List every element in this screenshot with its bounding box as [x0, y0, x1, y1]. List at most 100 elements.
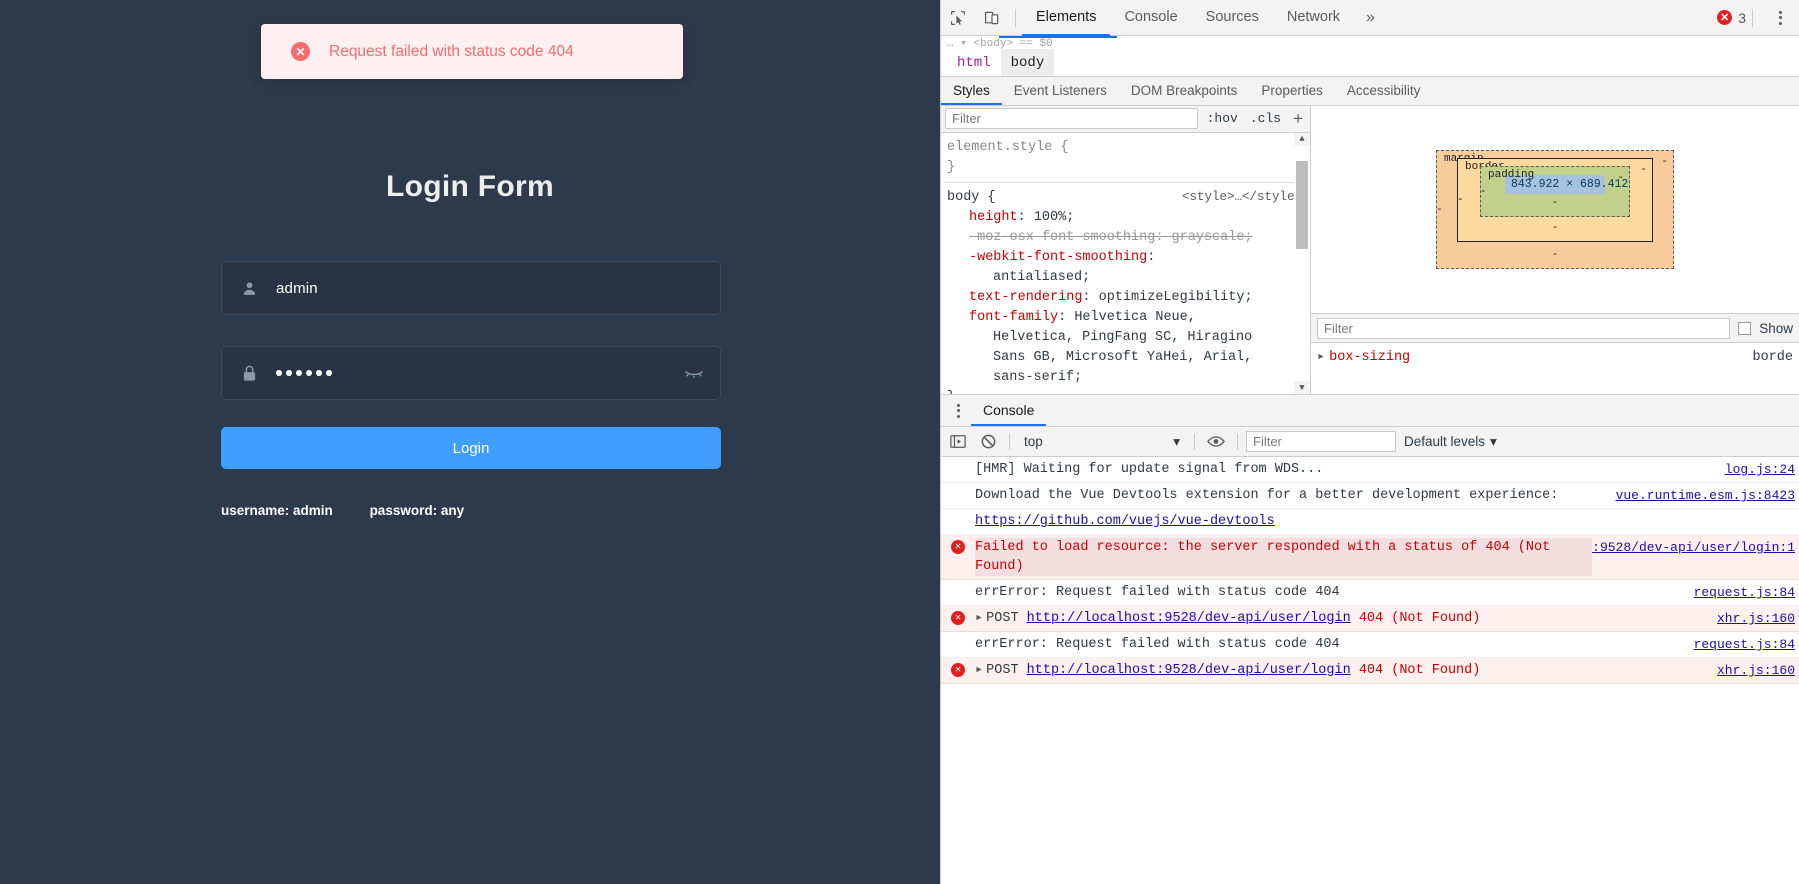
toolbar-divider-2: [1752, 8, 1753, 27]
tab-sources[interactable]: Sources: [1192, 0, 1273, 36]
padding-bottom-value[interactable]: -: [1491, 198, 1619, 209]
padding-right-value[interactable]: -: [1617, 172, 1624, 184]
tab-dom-breakpoints[interactable]: DOM Breakpoints: [1119, 77, 1250, 105]
username-field[interactable]: admin: [221, 261, 721, 315]
css-declaration[interactable]: font-family: Helvetica Neue,: [947, 308, 1306, 328]
drawer-tab-console[interactable]: Console: [971, 395, 1047, 426]
console-context-select[interactable]: top ▾: [1018, 431, 1186, 453]
console-message-error[interactable]: ✕ POST http://localhost:9528/dev-api/use…: [941, 606, 1799, 632]
tab-console[interactable]: Console: [1110, 0, 1191, 36]
new-style-rule-button[interactable]: +: [1290, 109, 1306, 129]
margin-right-value[interactable]: -: [1661, 156, 1668, 168]
rule-source-link[interactable]: <style>…</style>: [1182, 187, 1306, 207]
console-message-error[interactable]: ✕ Failed to load resource: the server re…: [941, 535, 1799, 580]
tab-styles[interactable]: Styles: [941, 77, 1002, 105]
error-count-badge[interactable]: ✕ 3: [1717, 10, 1746, 26]
log-gutter: [941, 635, 975, 637]
show-all-checkbox[interactable]: [1738, 321, 1752, 335]
log-request-url[interactable]: http://localhost:9528/dev-api/user/login: [1027, 611, 1351, 626]
css-declaration[interactable]: height: 100%;: [947, 208, 1306, 228]
css-declaration[interactable]: -webkit-font-smoothing:: [947, 248, 1306, 268]
styles-filter-input[interactable]: Filter: [945, 108, 1198, 130]
css-value: optimizeLegibility;: [1098, 289, 1253, 305]
console-message[interactable]: errError: Request failed with status cod…: [941, 580, 1799, 606]
border-bottom-value[interactable]: -: [1468, 223, 1642, 234]
tab-network[interactable]: Network: [1273, 0, 1354, 36]
border-left-value[interactable]: -: [1457, 194, 1464, 206]
breadcrumb-item-body[interactable]: body: [1000, 49, 1055, 76]
log-message-text: errError: Request failed with status cod…: [975, 637, 1340, 652]
computed-filter-bar: Filter Show: [1311, 313, 1799, 343]
box-model-diagram: margin - - border - - padding - -: [1311, 106, 1799, 313]
log-message-link[interactable]: https://github.com/vuejs/vue-devtools: [975, 512, 1795, 531]
log-source-link[interactable]: xhr.js:160: [1717, 609, 1795, 628]
tab-properties[interactable]: Properties: [1249, 77, 1335, 105]
devtools-panel: Elements Console Sources Network » ✕ 3 ……: [940, 0, 1799, 884]
log-source-link[interactable]: request.js:84: [1694, 635, 1795, 654]
page-title: Login Form: [386, 170, 554, 203]
device-toolbar-icon[interactable]: [975, 1, 1009, 35]
password-field[interactable]: [221, 346, 721, 400]
more-tabs-icon[interactable]: »: [1354, 0, 1387, 36]
toolbar-right: ✕ 3: [1717, 8, 1799, 27]
dom-tree-strip[interactable]: … ▾ <body> == $0: [941, 36, 1799, 49]
scrollbar-thumb[interactable]: [1296, 160, 1308, 249]
console-levels-value: Default levels: [1404, 434, 1486, 449]
margin-bottom-value[interactable]: -: [1447, 250, 1663, 261]
log-request-url[interactable]: http://localhost:9528/dev-api/user/login: [1027, 663, 1351, 678]
breadcrumb-item-html[interactable]: html: [947, 49, 1001, 76]
console-levels-select[interactable]: Default levels ▾: [1404, 434, 1497, 450]
styles-scrollbar[interactable]: ▲ ▼: [1294, 132, 1310, 394]
console-message[interactable]: errError: Request failed with status cod…: [941, 632, 1799, 658]
console-message[interactable]: [HMR] Waiting for update signal from WDS…: [941, 457, 1799, 483]
css-value-continuation: antialiased;: [993, 269, 1091, 285]
box-model-border[interactable]: border - - padding - - 843.922 × 689.412…: [1457, 158, 1653, 242]
box-model-padding[interactable]: padding - - 843.922 × 689.412 -: [1480, 166, 1630, 217]
rule-selector[interactable]: element.style {: [947, 138, 1069, 158]
log-source-link[interactable]: xhr.js:160: [1717, 661, 1795, 680]
drawer-menu-icon[interactable]: [945, 395, 971, 426]
login-button[interactable]: Login: [221, 427, 721, 469]
tab-accessibility[interactable]: Accessibility: [1335, 77, 1433, 105]
computed-property-row[interactable]: box-sizing borde: [1317, 347, 1793, 368]
padding-left-value[interactable]: -: [1480, 186, 1487, 198]
css-property: height: [969, 209, 1018, 225]
tab-elements[interactable]: Elements: [1022, 0, 1111, 36]
kebab-menu-icon[interactable]: [1767, 10, 1793, 25]
box-model-margin[interactable]: margin - - border - - padding - -: [1436, 150, 1674, 269]
console-message[interactable]: https://github.com/vuejs/vue-devtools: [941, 509, 1799, 535]
username-input-value[interactable]: admin: [276, 280, 720, 297]
hover-state-button[interactable]: :hov: [1204, 111, 1241, 126]
error-toast[interactable]: ✕ Request failed with status code 404: [261, 24, 683, 79]
scroll-up-arrow[interactable]: ▲: [1294, 132, 1310, 146]
expand-triangle-icon[interactable]: [975, 663, 986, 678]
log-source-link[interactable]: :9528/dev-api/user/login:1: [1592, 538, 1795, 557]
console-message[interactable]: Download the Vue Devtools extension for …: [941, 483, 1799, 509]
class-toggle-button[interactable]: .cls: [1247, 111, 1284, 126]
css-declaration[interactable]: text-rendering: optimizeLegibility;: [947, 288, 1306, 308]
log-source-link[interactable]: request.js:84: [1694, 583, 1795, 602]
border-right-value[interactable]: -: [1640, 164, 1647, 176]
margin-left-value[interactable]: -: [1436, 204, 1443, 216]
log-gutter: ✕: [941, 538, 975, 554]
computed-filter-input[interactable]: Filter: [1317, 317, 1731, 339]
console-message-error[interactable]: ✕ POST http://localhost:9528/dev-api/use…: [941, 658, 1799, 684]
execution-context-icon[interactable]: [945, 429, 971, 455]
elements-sidebar-tabs: Styles Event Listeners DOM Breakpoints P…: [941, 77, 1799, 106]
clear-console-icon[interactable]: [975, 429, 1001, 455]
padding-label: padding: [1488, 169, 1535, 181]
eye-closed-icon[interactable]: [668, 366, 720, 380]
console-filter-input[interactable]: Filter: [1246, 431, 1396, 452]
expand-triangle-icon[interactable]: [975, 611, 986, 626]
scroll-down-arrow[interactable]: ▼: [1294, 381, 1310, 394]
rule-selector[interactable]: body {: [947, 188, 996, 208]
password-input-value[interactable]: [276, 370, 668, 376]
live-expression-icon[interactable]: [1203, 429, 1229, 455]
log-source-link[interactable]: vue.runtime.esm.js:8423: [1616, 486, 1795, 505]
error-circle-icon: ✕: [951, 540, 965, 554]
tab-event-listeners[interactable]: Event Listeners: [1002, 77, 1119, 105]
css-value: grayscale;: [1171, 229, 1253, 245]
css-declaration-disabled[interactable]: -moz-osx-font-smoothing: grayscale;: [947, 228, 1306, 248]
inspect-cursor-icon[interactable]: [941, 1, 975, 35]
log-source-link[interactable]: log.js:24: [1725, 460, 1795, 479]
